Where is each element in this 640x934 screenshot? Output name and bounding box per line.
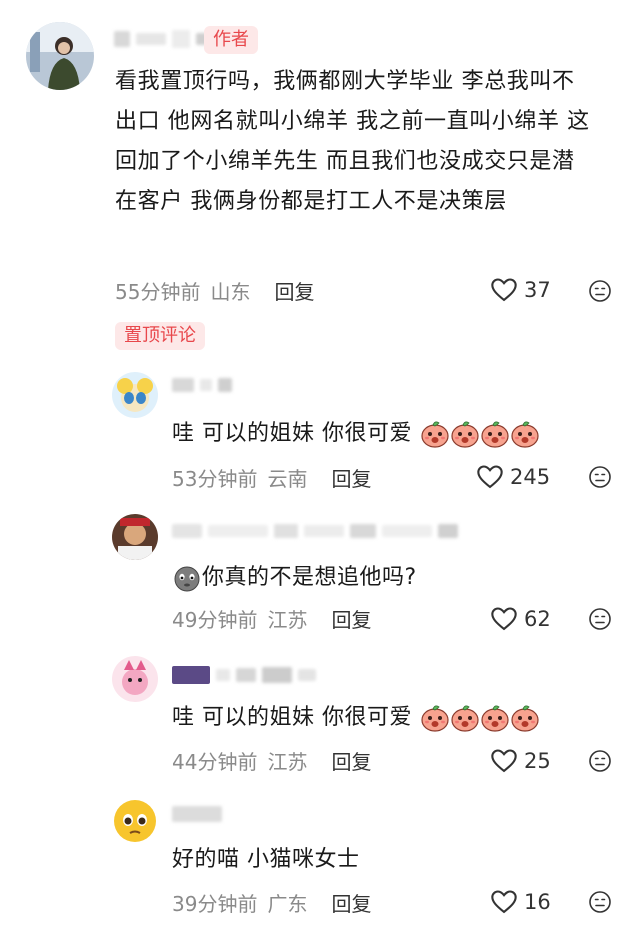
reply-avatar[interactable]: [112, 514, 158, 560]
reply-location: 江苏: [267, 608, 308, 632]
like-button[interactable]: 245: [476, 463, 550, 491]
main-comment-meta: 55分钟前 山东 回复: [115, 276, 314, 305]
comment-location: 山东: [210, 280, 251, 304]
dislike-face-icon[interactable]: [588, 279, 612, 303]
reply-button[interactable]: 回复: [331, 746, 371, 775]
like-count: 16: [524, 890, 551, 914]
main-comment-text[interactable]: 看我置顶行吗，我俩都刚大学毕业 李总我叫不出口 他网名就叫小绵羊 我之前一直叫小…: [115, 62, 595, 222]
reply-location: 江苏: [267, 750, 308, 774]
reply-avatar[interactable]: [112, 656, 158, 702]
dislike-face-icon[interactable]: [588, 749, 612, 773]
reply-button[interactable]: 回复: [274, 276, 314, 305]
peach-sticker-icon: [420, 705, 540, 730]
reply-meta: 53分钟前 云南 回复: [172, 463, 371, 492]
reply-location: 云南: [267, 467, 308, 491]
reply-text-4[interactable]: 好的喵 小猫咪女士: [172, 844, 360, 876]
like-count: 37: [524, 278, 551, 302]
reply-time: 44分钟前: [172, 750, 258, 774]
heart-outline-icon: [490, 747, 518, 775]
comment-time: 55分钟前: [115, 280, 201, 304]
dislike-face-icon[interactable]: [588, 607, 612, 631]
heart-outline-icon: [476, 463, 504, 491]
dislike-face-icon[interactable]: [588, 465, 612, 489]
reply-meta: 49分钟前 江苏 回复: [172, 604, 371, 633]
like-count: 62: [524, 607, 551, 631]
reply-time: 39分钟前: [172, 892, 258, 916]
reply-time: 53分钟前: [172, 467, 258, 491]
reply-text-1[interactable]: 哇 可以的姐妹 你很可爱: [172, 418, 540, 450]
reply-text: 好的喵 小猫咪女士: [172, 847, 360, 872]
heart-outline-icon: [490, 605, 518, 633]
reply-button[interactable]: 回复: [331, 463, 371, 492]
sticker-icon: [172, 565, 202, 592]
reply-text: 你真的不是想追他吗?: [202, 565, 417, 590]
reply-text: 哇 可以的姐妹 你很可爱: [172, 421, 412, 446]
like-count: 25: [524, 749, 551, 773]
author-name-blurred[interactable]: [114, 30, 208, 48]
reply-meta: 44分钟前 江苏 回复: [172, 746, 371, 775]
dislike-face-icon[interactable]: [588, 890, 612, 914]
reply-avatar[interactable]: [112, 798, 158, 844]
reply-username-blurred[interactable]: [172, 666, 316, 684]
peach-sticker-icon: [420, 421, 540, 446]
author-tag: 作者: [204, 26, 258, 54]
reply-username-blurred[interactable]: [172, 806, 222, 822]
pinned-comment-label: 置顶评论: [115, 322, 205, 350]
heart-outline-icon: [490, 276, 518, 304]
reply-text-2[interactable]: 你真的不是想追他吗?: [172, 562, 417, 594]
like-button[interactable]: 16: [490, 888, 551, 916]
reply-text: 哇 可以的姐妹 你很可爱: [172, 705, 412, 730]
reply-location: 广东: [267, 892, 308, 916]
like-button[interactable]: 62: [490, 605, 551, 633]
reply-text-3[interactable]: 哇 可以的姐妹 你很可爱: [172, 702, 540, 734]
reply-username-blurred[interactable]: [172, 524, 458, 538]
reply-button[interactable]: 回复: [331, 604, 371, 633]
reply-time: 49分钟前: [172, 608, 258, 632]
reply-avatar[interactable]: [112, 372, 158, 418]
heart-outline-icon: [490, 888, 518, 916]
author-avatar[interactable]: [26, 22, 94, 90]
like-button[interactable]: 37: [490, 276, 551, 304]
like-button[interactable]: 25: [490, 747, 551, 775]
like-count: 245: [510, 465, 551, 489]
reply-button[interactable]: 回复: [331, 888, 371, 917]
reply-username-blurred[interactable]: [172, 378, 232, 392]
reply-meta: 39分钟前 广东 回复: [172, 888, 371, 917]
